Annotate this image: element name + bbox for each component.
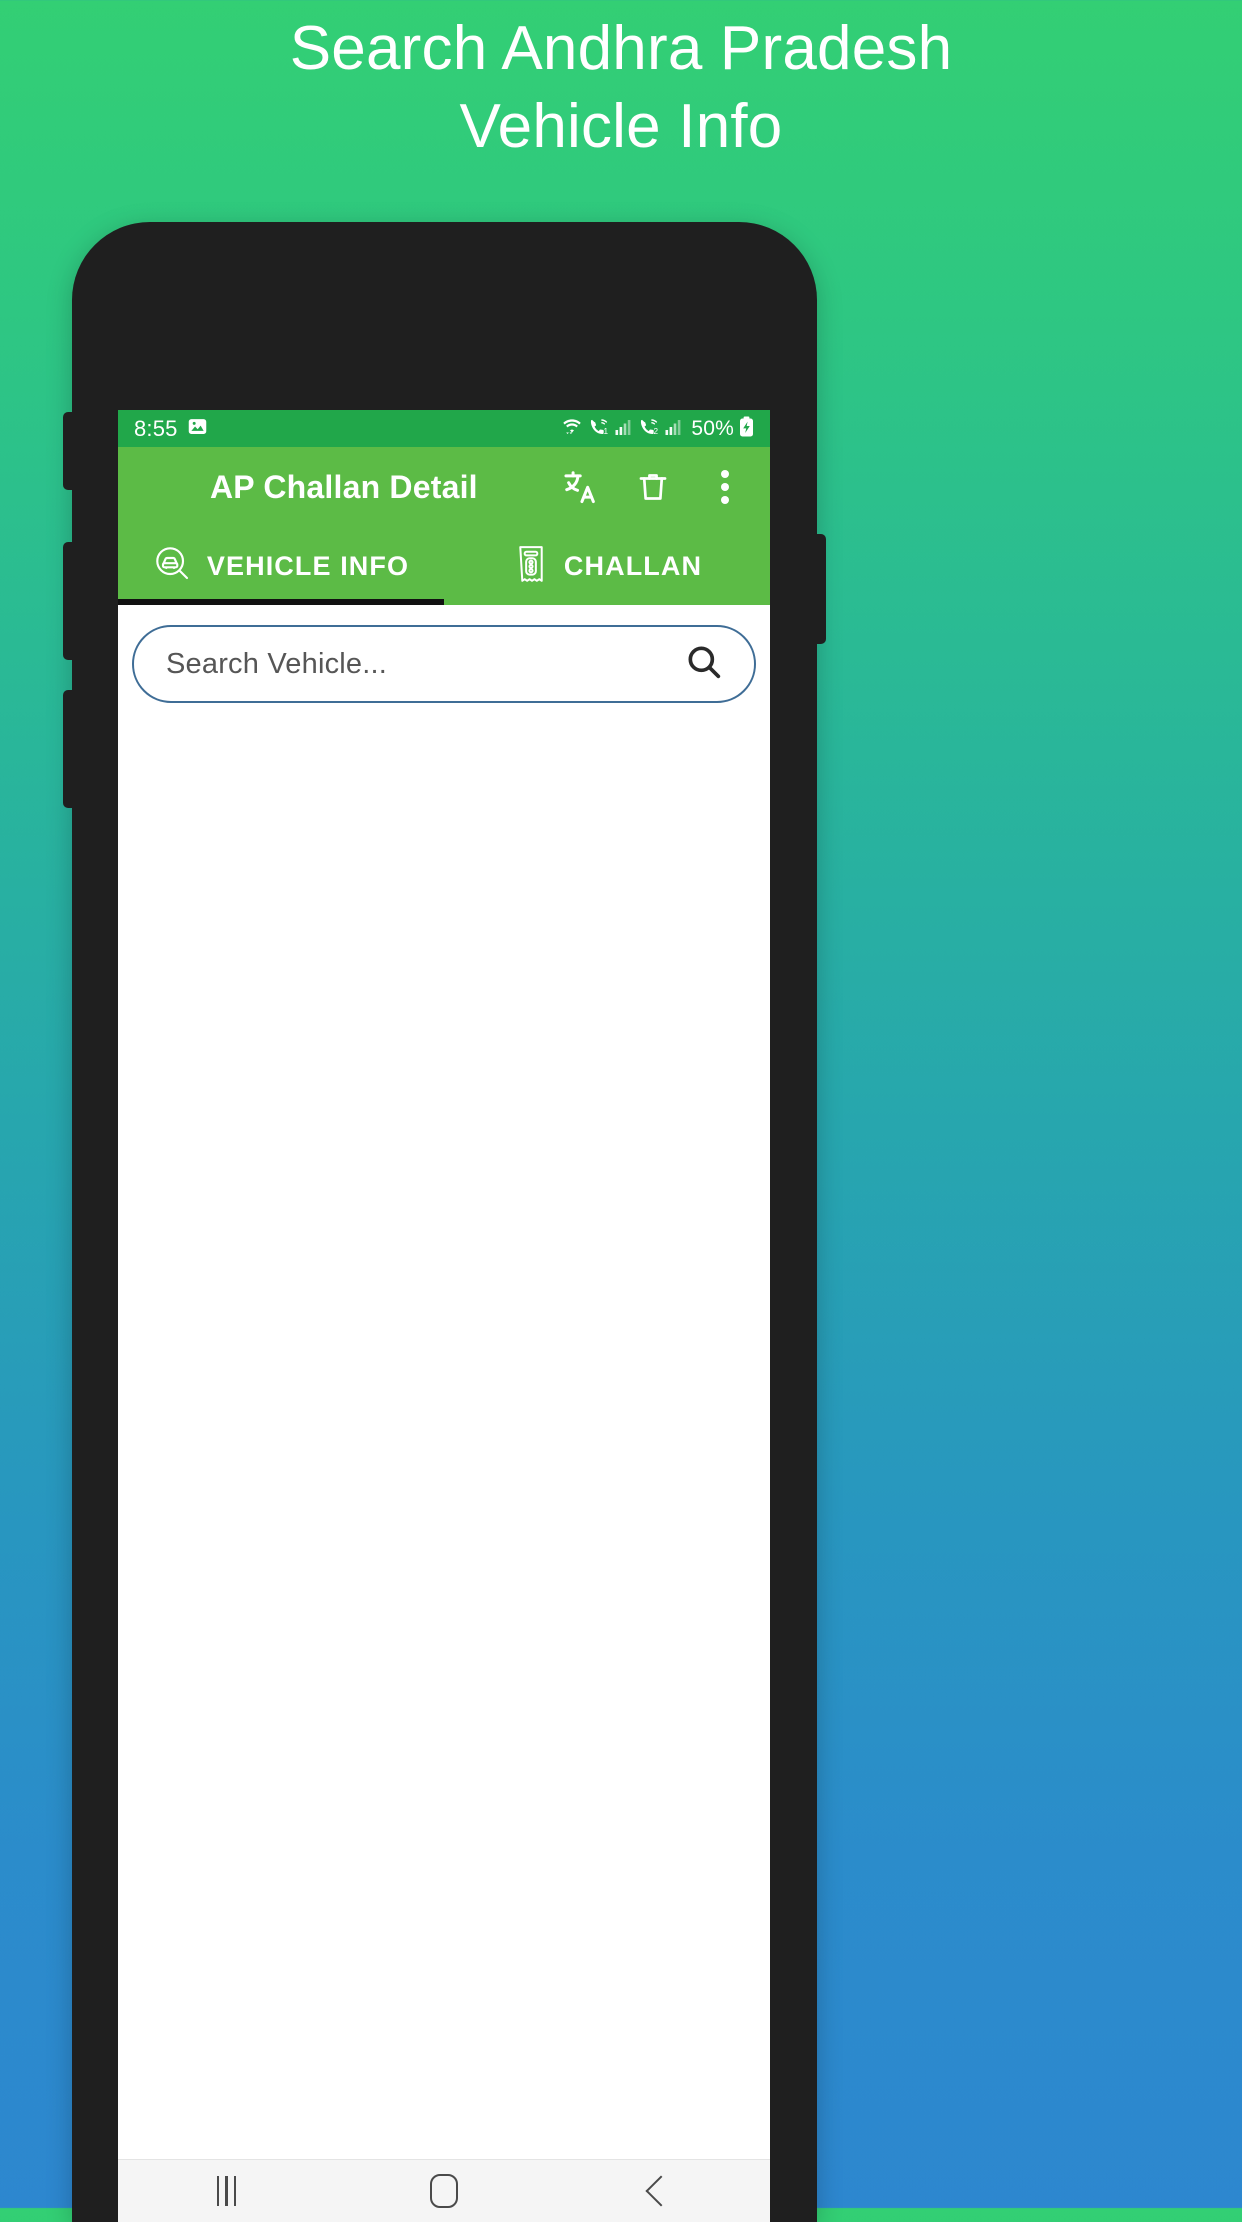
promo-headline-line2: Vehicle Info [459, 92, 783, 161]
app-bar: AP Challan Detail [118, 447, 770, 527]
tab-vehicle-info[interactable]: VEHICLE INFO [118, 527, 444, 605]
search-vehicle-field[interactable]: Search Vehicle... [132, 625, 756, 703]
tab-challan[interactable]: CHALLAN [444, 527, 770, 605]
search-icon[interactable] [684, 642, 724, 687]
overflow-dots [721, 470, 729, 504]
svg-text:2: 2 [654, 427, 659, 436]
status-bar-left: 8:55 [134, 416, 208, 442]
phone-frame: 8:55 1 2 50% AP Challan Detail VEHICLE I… [63, 222, 826, 2222]
phone-side-button-top [63, 412, 79, 490]
phone-mockup: 8:55 1 2 50% AP Challan Detail VEHICLE I… [63, 222, 826, 2222]
signal-2-icon [665, 417, 683, 441]
home-icon [429, 2174, 458, 2208]
android-nav-bar [118, 2159, 770, 2222]
phone-volume-down-button [63, 690, 79, 808]
search-input[interactable]: Search Vehicle... [166, 648, 684, 681]
translate-icon[interactable] [560, 466, 602, 508]
battery-percent-label: 50% [691, 417, 734, 440]
wifi-icon [561, 416, 583, 441]
recents-icon [216, 2176, 237, 2206]
tab-vehicle-info-label: VEHICLE INFO [206, 550, 410, 581]
status-bar-right: 1 2 50% [561, 416, 754, 442]
back-button[interactable] [553, 2175, 770, 2207]
promo-headline: Search Andhra Pradesh Vehicle Info [0, 0, 1242, 158]
back-chevron-icon [645, 2175, 677, 2207]
svg-text:1: 1 [604, 427, 609, 436]
tab-bar: VEHICLE INFO CHALLAN [118, 527, 770, 605]
recents-button[interactable] [118, 2176, 335, 2206]
tab-challan-label: CHALLAN [563, 550, 703, 581]
battery-charging-icon [739, 416, 754, 442]
phone-screen: 8:55 1 2 50% AP Challan Detail VEHICLE I… [118, 410, 770, 2222]
status-bar-clock: 8:55 [134, 415, 178, 441]
vehicle-search-icon [153, 544, 193, 589]
promo-headline-line1: Search Andhra Pradesh [289, 14, 953, 83]
call-wifi-2-icon: 2 [638, 416, 660, 441]
delete-icon[interactable] [632, 466, 674, 508]
phone-volume-up-button [63, 542, 79, 660]
page-title: AP Challan Detail [210, 468, 478, 505]
call-wifi-1-icon: 1 [588, 416, 610, 441]
image-icon [187, 416, 208, 442]
home-button[interactable] [335, 2174, 552, 2208]
status-bar: 8:55 1 2 50% [118, 410, 770, 447]
tab-content-vehicle-info: Search Vehicle... [118, 605, 770, 2159]
overflow-menu-icon[interactable] [704, 466, 746, 508]
app-bar-actions [560, 466, 756, 508]
phone-power-button [810, 534, 826, 644]
signal-1-icon [615, 417, 633, 441]
challan-receipt-icon [512, 544, 550, 589]
